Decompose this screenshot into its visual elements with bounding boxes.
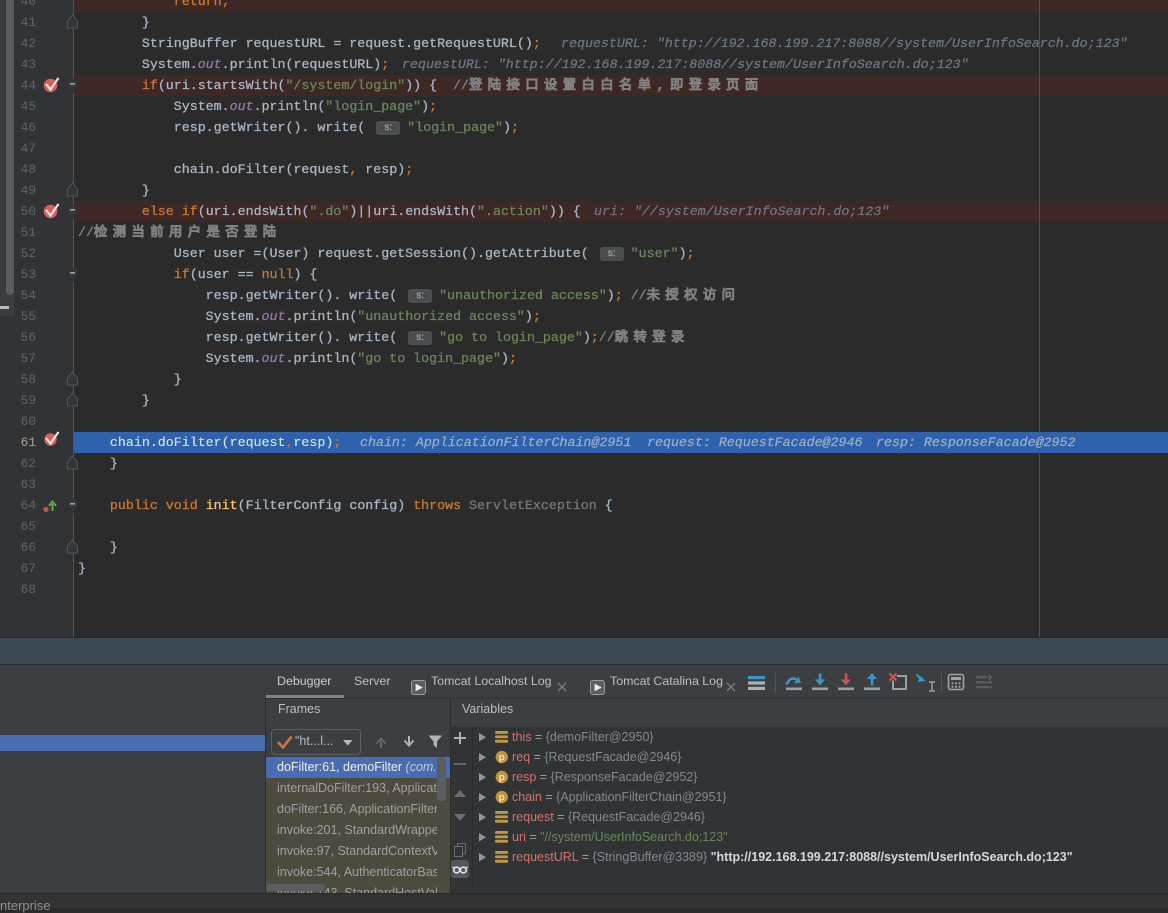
svg-text:p: p — [499, 752, 505, 763]
svg-text:p: p — [499, 792, 505, 803]
svg-text:p: p — [499, 772, 505, 783]
